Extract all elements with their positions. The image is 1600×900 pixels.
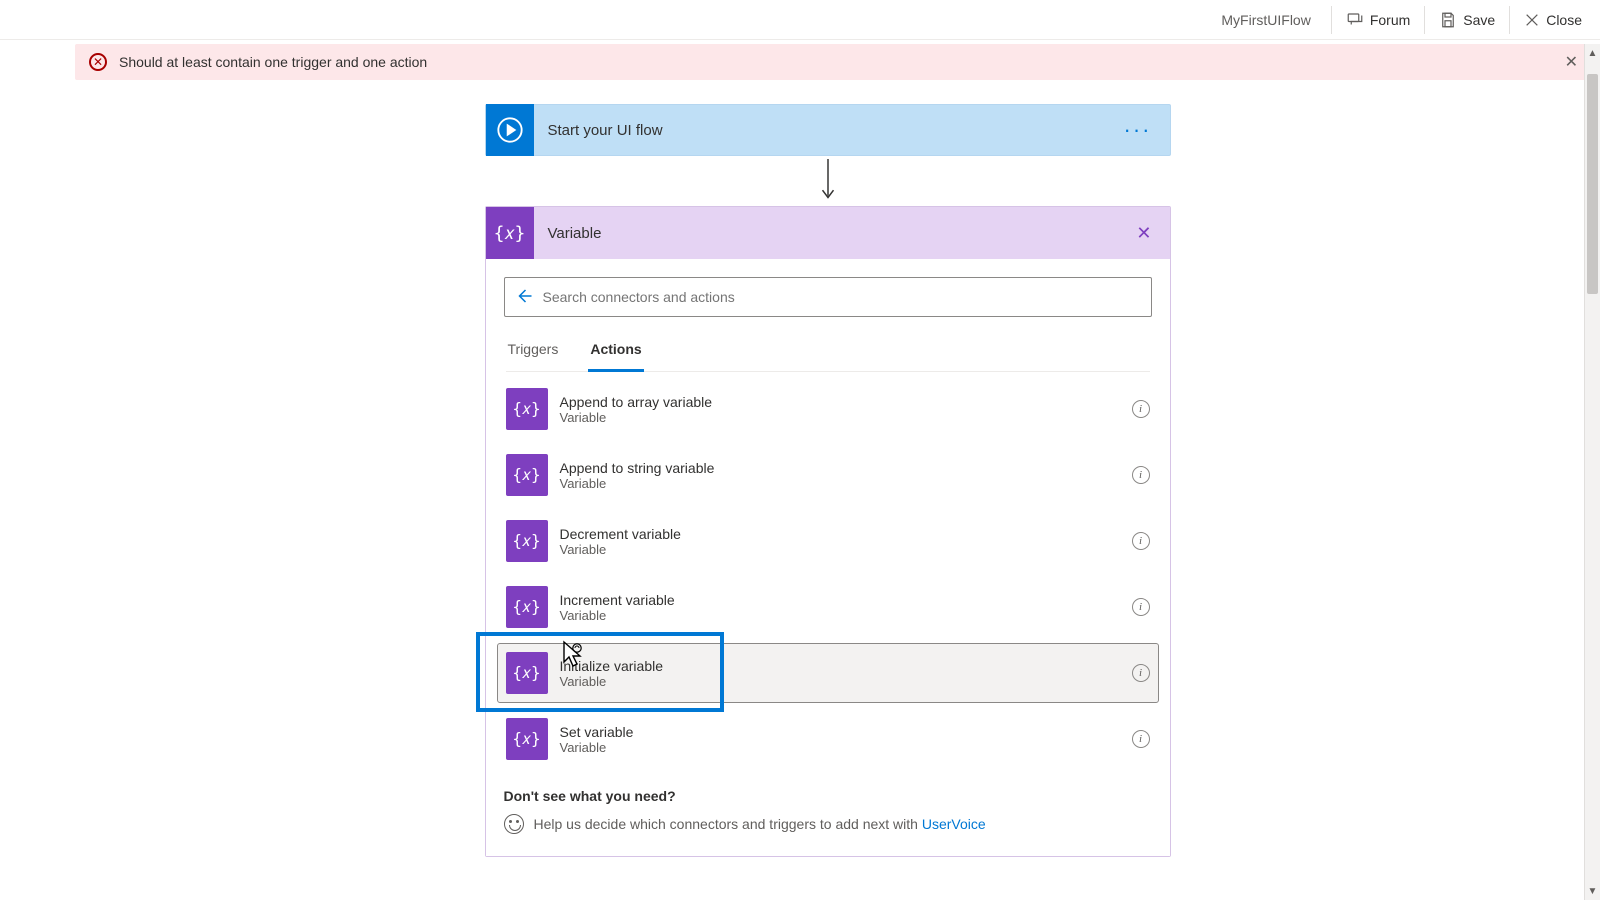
smile-icon bbox=[504, 814, 524, 834]
variable-card-title: Variable bbox=[534, 225, 602, 242]
back-icon[interactable] bbox=[515, 287, 533, 308]
flow-name: MyFirstUIFlow bbox=[1209, 12, 1322, 28]
close-button[interactable]: Close bbox=[1512, 6, 1594, 34]
forum-label: Forum bbox=[1370, 12, 1410, 28]
info-icon[interactable]: i bbox=[1132, 466, 1150, 484]
alert-text: Should at least contain one trigger and … bbox=[119, 54, 427, 70]
variable-card-header[interactable]: {𝑥} Variable ✕ bbox=[486, 207, 1170, 259]
save-button[interactable]: Save bbox=[1427, 5, 1507, 35]
action-subtitle: Variable bbox=[560, 674, 664, 689]
variable-icon: {𝑥} bbox=[506, 652, 548, 694]
action-title: Append to string variable bbox=[560, 460, 715, 476]
close-label: Close bbox=[1546, 12, 1582, 28]
alert-banner: ✕ Should at least contain one trigger an… bbox=[75, 44, 1592, 80]
action-title: Decrement variable bbox=[560, 526, 681, 542]
action-append-string[interactable]: {𝑥} Append to string variable Variable i bbox=[504, 452, 1152, 498]
forum-button[interactable]: Forum bbox=[1334, 5, 1422, 35]
action-set[interactable]: {𝑥} Set variable Variable i bbox=[504, 716, 1152, 762]
action-subtitle: Variable bbox=[560, 740, 634, 755]
action-subtitle: Variable bbox=[560, 410, 713, 425]
connector-arrow bbox=[485, 156, 1171, 206]
more-menu[interactable]: ··· bbox=[1106, 117, 1170, 143]
action-title: Increment variable bbox=[560, 592, 675, 608]
scroll-down-arrow[interactable]: ▼ bbox=[1585, 882, 1600, 900]
action-increment[interactable]: {𝑥} Increment variable Variable i bbox=[504, 584, 1152, 630]
tabs: Triggers Actions bbox=[506, 335, 1150, 372]
divider bbox=[1331, 6, 1332, 34]
alert-dismiss[interactable]: ✕ bbox=[1565, 52, 1578, 72]
variable-icon: {𝑥} bbox=[506, 520, 548, 562]
info-icon[interactable]: i bbox=[1132, 532, 1150, 550]
close-icon bbox=[1524, 12, 1540, 28]
error-icon: ✕ bbox=[89, 53, 107, 71]
start-step-label: Start your UI flow bbox=[534, 122, 663, 139]
save-label: Save bbox=[1463, 12, 1495, 28]
action-decrement[interactable]: {𝑥} Decrement variable Variable i bbox=[504, 518, 1152, 564]
tab-actions[interactable]: Actions bbox=[588, 335, 643, 372]
action-title: Set variable bbox=[560, 724, 634, 740]
search-input[interactable] bbox=[543, 289, 1141, 305]
variable-card-close[interactable]: ✕ bbox=[1118, 223, 1169, 244]
variable-icon: {𝑥} bbox=[506, 718, 548, 760]
action-append-array[interactable]: {𝑥} Append to array variable Variable i bbox=[504, 386, 1152, 432]
footer-question: Don't see what you need? bbox=[504, 788, 1152, 804]
action-subtitle: Variable bbox=[560, 608, 675, 623]
action-subtitle: Variable bbox=[560, 476, 715, 491]
action-title: Append to array variable bbox=[560, 394, 713, 410]
actions-list: {𝑥} Append to array variable Variable i … bbox=[504, 386, 1152, 762]
play-icon bbox=[486, 104, 534, 156]
variable-icon: {𝑥} bbox=[506, 454, 548, 496]
action-subtitle: Variable bbox=[560, 542, 681, 557]
variable-icon: {𝑥} bbox=[486, 207, 534, 259]
divider bbox=[1424, 6, 1425, 34]
forum-icon bbox=[1346, 11, 1364, 29]
top-toolbar: MyFirstUIFlow Forum Save Close bbox=[0, 0, 1600, 40]
action-title: Initialize variable bbox=[560, 658, 664, 674]
variable-card: {𝑥} Variable ✕ Triggers Actions bbox=[485, 206, 1171, 857]
info-icon[interactable]: i bbox=[1132, 598, 1150, 616]
flow-canvas: Start your UI flow ··· {𝑥} Variable ✕ bbox=[75, 90, 1580, 900]
action-initialize[interactable]: {𝑥} Initialize variable Variable i bbox=[498, 644, 1158, 702]
variable-icon: {𝑥} bbox=[506, 586, 548, 628]
footer-help-text: Help us decide which connectors and trig… bbox=[534, 816, 922, 832]
start-step[interactable]: Start your UI flow ··· bbox=[485, 104, 1171, 156]
info-icon[interactable]: i bbox=[1132, 730, 1150, 748]
tab-triggers[interactable]: Triggers bbox=[506, 335, 561, 371]
search-box[interactable] bbox=[504, 277, 1152, 317]
divider bbox=[1509, 6, 1510, 34]
footer-help: Help us decide which connectors and trig… bbox=[504, 814, 1152, 834]
scroll-up-arrow[interactable]: ▲ bbox=[1585, 44, 1600, 62]
variable-icon: {𝑥} bbox=[506, 388, 548, 430]
scroll-thumb[interactable] bbox=[1587, 74, 1598, 294]
info-icon[interactable]: i bbox=[1132, 400, 1150, 418]
uservoice-link[interactable]: UserVoice bbox=[922, 816, 986, 832]
vertical-scrollbar[interactable]: ▲ ▼ bbox=[1584, 44, 1600, 900]
info-icon[interactable]: i bbox=[1132, 664, 1150, 682]
save-icon bbox=[1439, 11, 1457, 29]
